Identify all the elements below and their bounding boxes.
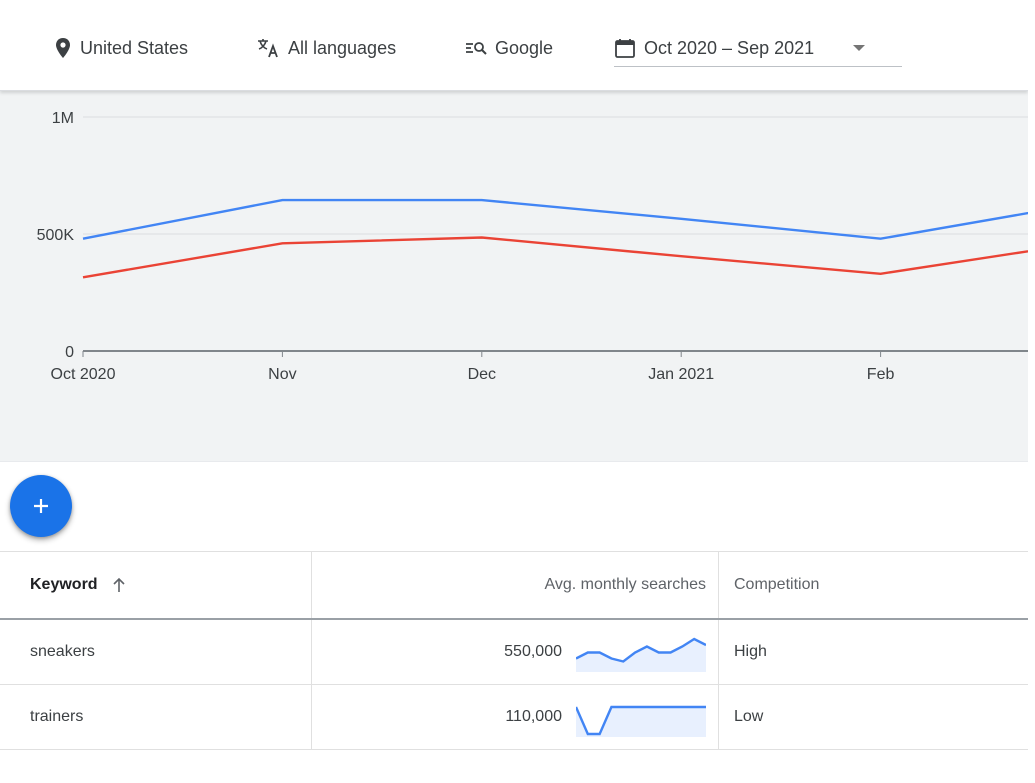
x-tick-label: Jan 2021	[648, 366, 714, 383]
keyword-column-header[interactable]: Keyword	[0, 552, 312, 618]
sort-ascending-icon[interactable]	[112, 577, 126, 593]
table-row[interactable]: trainers 110,000 Low	[0, 685, 1028, 750]
location-filter[interactable]: United States	[54, 30, 188, 66]
sparkline-area	[576, 707, 706, 737]
add-keyword-button[interactable]	[10, 475, 72, 537]
location-label: United States	[80, 37, 189, 58]
competition-header-label: Competition	[734, 576, 820, 593]
keyword-header-label: Keyword	[30, 576, 98, 593]
search-volume-chart: 0 500K 1M Oct 2020 Nov Dec Jan 2021 Feb	[0, 90, 1035, 462]
keyword-table: Keyword Avg. monthly searches Competitio…	[0, 551, 1028, 752]
competition-column-header[interactable]: Competition	[720, 552, 1028, 618]
filter-bar: United States All languages Google Oct 2…	[0, 0, 1028, 91]
x-tick-label: Dec	[468, 366, 496, 383]
page-edge	[1028, 0, 1035, 783]
network-label: Google	[495, 37, 554, 58]
trend-sparkline	[576, 705, 706, 737]
competition-cell: High	[720, 620, 1028, 684]
search-network-icon	[466, 42, 487, 55]
dropdown-arrow-icon[interactable]	[852, 44, 866, 52]
competition-value: High	[734, 643, 767, 660]
searches-cell: 110,000	[313, 685, 719, 749]
x-tick-label: Oct 2020	[51, 366, 116, 383]
table-row[interactable]: sneakers 550,000 High	[0, 620, 1028, 685]
calendar-icon	[615, 39, 635, 58]
competition-cell: Low	[720, 685, 1028, 749]
network-filter[interactable]: Google	[465, 30, 553, 66]
date-range-filter[interactable]: Oct 2020 – Sep 2021	[614, 30, 902, 67]
x-tick-label: Feb	[867, 366, 895, 383]
y-tick-label: 500K	[37, 227, 75, 244]
competition-value: Low	[734, 708, 764, 725]
language-label: All languages	[288, 37, 397, 58]
translate-icon	[258, 39, 278, 58]
date-range-label: Oct 2020 – Sep 2021	[644, 37, 815, 58]
plus-icon	[34, 499, 48, 513]
keyword-text: trainers	[30, 708, 84, 725]
searches-column-header[interactable]: Avg. monthly searches	[313, 552, 719, 618]
series-line-1	[82, 236, 1035, 279]
keyword-cell: trainers	[0, 685, 312, 749]
searches-header-label: Avg. monthly searches	[544, 576, 706, 593]
location-pin-icon	[56, 38, 70, 58]
searches-cell: 550,000	[313, 620, 719, 684]
line-chart: 0 500K 1M Oct 2020 Nov Dec Jan 2021 Feb	[37, 110, 1035, 383]
trend-sparkline	[576, 637, 706, 672]
y-tick-label: 1M	[52, 110, 74, 127]
table-header-row: Keyword Avg. monthly searches Competitio…	[0, 552, 1028, 620]
x-tick-label: Nov	[268, 366, 296, 383]
language-filter[interactable]: All languages	[256, 30, 396, 66]
series-line-0	[82, 198, 1035, 240]
searches-value: 110,000	[505, 708, 562, 725]
keyword-cell: sneakers	[0, 620, 312, 684]
y-tick-label: 0	[65, 344, 74, 361]
keyword-text: sneakers	[30, 643, 95, 660]
searches-value: 550,000	[504, 643, 562, 660]
